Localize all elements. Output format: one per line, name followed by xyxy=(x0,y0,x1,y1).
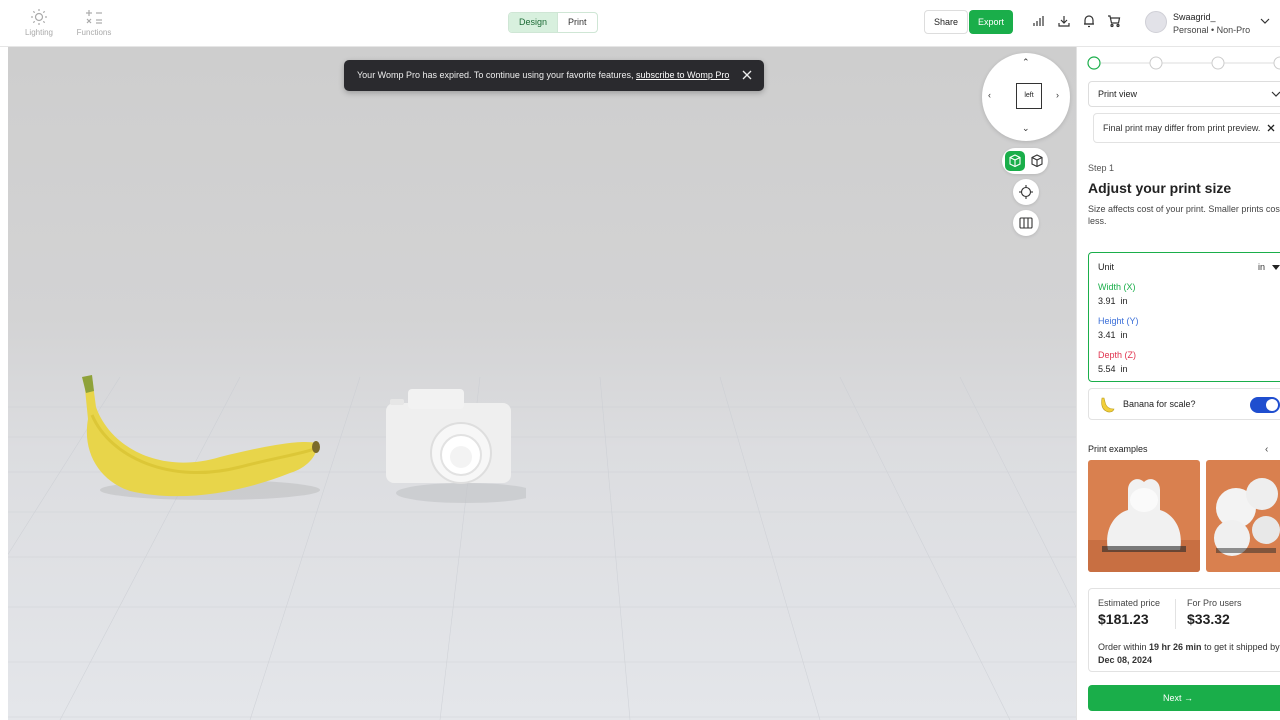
examples-label: Print examples xyxy=(1088,444,1148,454)
tab-design[interactable]: Design xyxy=(509,13,558,32)
caret-down-icon[interactable] xyxy=(1272,265,1280,270)
crosshair-icon xyxy=(1019,185,1033,199)
order-date: Dec 08, 2024 xyxy=(1098,655,1153,665)
size-settings: Unit in Width (X) 3.91 in Height (Y) 3.4… xyxy=(1088,252,1280,382)
functions-tool[interactable]: Functions xyxy=(64,8,124,37)
estimated-price-value: $181.23 xyxy=(1098,611,1149,627)
height-input[interactable]: 3.41 xyxy=(1098,330,1116,340)
order-time: 19 hr 26 min xyxy=(1149,642,1202,652)
lighting-label: Lighting xyxy=(24,28,54,37)
banana-label: Banana for scale? xyxy=(1123,399,1196,409)
step-title: Adjust your print size xyxy=(1088,180,1232,196)
unit-select[interactable]: in xyxy=(1258,262,1265,272)
banana-icon xyxy=(1101,397,1115,413)
unit-label: Unit xyxy=(1098,262,1115,272)
height-field: Height (Y) 3.41 in xyxy=(1098,316,1139,340)
depth-unit: in xyxy=(1120,364,1128,374)
tab-print[interactable]: Print xyxy=(557,13,597,32)
step-label: Step 1 xyxy=(1088,163,1115,173)
columns-icon xyxy=(1019,217,1033,229)
pro-expired-toast: Your Womp Pro has expired. To continue u… xyxy=(344,60,764,91)
subscribe-link[interactable]: subscribe to Womp Pro xyxy=(636,70,729,80)
functions-label: Functions xyxy=(76,28,112,37)
print-panel: Print view Final print may differ from p… xyxy=(1076,47,1280,720)
depth-label: Depth (Z) xyxy=(1098,350,1137,360)
preview-notice: Final print may differ from print previe… xyxy=(1093,113,1280,143)
width-unit: in xyxy=(1120,296,1128,306)
viewport-edge xyxy=(0,47,8,720)
height-unit: in xyxy=(1120,330,1128,340)
chevron-down-icon[interactable]: ⌄ xyxy=(1022,123,1030,134)
chevron-up-icon[interactable]: ⌃ xyxy=(1022,57,1030,68)
share-button[interactable]: Share xyxy=(924,10,969,34)
toast-text: Your Womp Pro has expired. To continue u… xyxy=(357,70,636,80)
order-prefix: Order within xyxy=(1098,642,1150,652)
depth-field: Depth (Z) 5.54 in xyxy=(1098,350,1136,374)
cube-solid-icon xyxy=(1009,154,1021,168)
view-cube-face[interactable]: left xyxy=(1016,83,1042,109)
width-field: Width (X) 3.91 in xyxy=(1098,282,1136,306)
chevron-left-icon[interactable]: ‹ xyxy=(1265,444,1268,455)
next-button[interactable]: Next → xyxy=(1088,685,1280,711)
split-view-button[interactable] xyxy=(1013,210,1039,236)
cart-icon[interactable] xyxy=(1107,14,1121,28)
solid-view-button[interactable] xyxy=(1005,151,1025,171)
3d-viewport[interactable]: Your Womp Pro has expired. To continue u… xyxy=(0,47,1076,720)
example-image[interactable] xyxy=(1088,460,1200,572)
render-mode-toggle[interactable] xyxy=(1002,148,1048,174)
banana-model[interactable] xyxy=(70,367,330,507)
print-view-select[interactable]: Print view xyxy=(1088,81,1280,107)
print-view-value: Print view xyxy=(1098,89,1138,99)
close-icon[interactable] xyxy=(1267,124,1275,132)
step-description: Size affects cost of your print. Smaller… xyxy=(1088,204,1280,226)
chevron-right-icon[interactable]: › xyxy=(1056,90,1059,100)
order-mid: to get it shipped by xyxy=(1201,642,1280,652)
chevron-left-icon[interactable]: ‹ xyxy=(988,90,991,100)
estimated-price-label: Estimated price xyxy=(1098,598,1161,608)
banana-scale-row: Banana for scale? xyxy=(1088,388,1280,420)
pro-price-label: For Pro users xyxy=(1187,598,1242,608)
top-toolbar: Lighting Functions Design Print Share Ex… xyxy=(0,0,1280,47)
download-icon[interactable] xyxy=(1057,14,1071,28)
toggle-knob xyxy=(1266,399,1278,411)
user-plan: Personal • Non-Pro xyxy=(1173,25,1251,35)
close-icon[interactable] xyxy=(742,70,752,80)
chevron-down-icon xyxy=(1271,91,1280,97)
notice-text: Final print may differ from print previe… xyxy=(1103,123,1261,133)
bell-icon[interactable] xyxy=(1082,14,1096,28)
step-progress xyxy=(1087,56,1280,70)
depth-input[interactable]: 5.54 xyxy=(1098,364,1116,374)
price-divider xyxy=(1175,599,1176,629)
focus-button[interactable] xyxy=(1013,179,1039,205)
cube-wire-icon[interactable] xyxy=(1029,153,1045,169)
width-input[interactable]: 3.91 xyxy=(1098,296,1116,306)
view-navigator[interactable]: ⌃ ‹ › ⌄ left xyxy=(982,53,1070,141)
functions-icon xyxy=(86,10,102,24)
signal-bars-icon[interactable] xyxy=(1031,14,1045,28)
mode-switch: Design Print xyxy=(508,12,598,33)
chevron-down-icon[interactable] xyxy=(1260,17,1270,25)
banana-toggle[interactable] xyxy=(1250,397,1280,413)
pro-price-value: $33.32 xyxy=(1187,611,1230,627)
shipping-info: Order within 19 hr 26 min to get it ship… xyxy=(1098,641,1280,667)
sun-icon xyxy=(31,9,47,25)
price-summary: Estimated price $181.23 For Pro users $3… xyxy=(1088,588,1280,672)
user-name: Swaagrid_ xyxy=(1173,12,1216,22)
avatar[interactable] xyxy=(1145,11,1167,33)
lighting-tool[interactable]: Lighting xyxy=(9,8,69,37)
export-button[interactable]: Export xyxy=(969,10,1014,34)
camera-model[interactable] xyxy=(376,383,526,513)
example-image[interactable] xyxy=(1206,460,1280,572)
width-label: Width (X) xyxy=(1098,282,1136,292)
height-label: Height (Y) xyxy=(1098,316,1139,326)
